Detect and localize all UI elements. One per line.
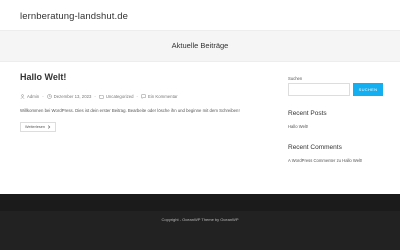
post-date: Dezember 13, 2023 <box>53 94 92 99</box>
folder-icon <box>99 95 104 99</box>
recent-comment-author-link[interactable]: A WordPress Commenter <box>288 158 335 163</box>
footer-copyright: Copyright - OceanWP Theme by OceanWP <box>161 217 239 222</box>
search-form: SUCHEN <box>288 83 383 96</box>
post-meta: Admin - Dezember 13, 2023 - Uncategorize… <box>20 94 178 99</box>
meta-separator: - <box>136 94 138 99</box>
post-category-link[interactable]: Uncategorized <box>106 94 134 99</box>
page-header: Aktuelle Beiträge <box>0 30 400 62</box>
recent-comment-item: A WordPress Commenter zu Hallo Welt! <box>288 158 362 163</box>
site-title-link[interactable]: lernberatung-landshut.de <box>20 11 128 22</box>
recent-post-item: Hallo Welt! <box>288 124 308 129</box>
recent-posts-title: Recent Posts <box>288 110 327 117</box>
site-footer: Copyright - OceanWP Theme by OceanWP <box>0 194 400 250</box>
site-header: lernberatung-landshut.de <box>0 0 400 30</box>
recent-comment-post-link[interactable]: Hallo Welt! <box>342 158 362 163</box>
meta-separator: - <box>42 94 44 99</box>
post-excerpt: Willkommen bei WordPress. Dies ist dein … <box>20 108 240 113</box>
search-label: Suchen <box>288 76 303 81</box>
user-icon <box>20 94 25 99</box>
footer-bottom-bar: Copyright - OceanWP Theme by OceanWP <box>0 211 400 250</box>
read-more-button[interactable]: Weiterlesen <box>20 122 56 132</box>
main-content: Hallo Welt! Admin - Dezember 13, 2023 - … <box>20 72 280 132</box>
meta-separator: - <box>94 94 96 99</box>
comment-icon <box>141 94 146 99</box>
page-title: Aktuelle Beiträge <box>171 41 229 50</box>
chevron-right-icon <box>47 125 51 129</box>
sidebar: Suchen SUCHEN Recent Posts Hallo Welt! R… <box>288 76 383 163</box>
clock-icon <box>46 94 52 99</box>
post-comments-link[interactable]: Ein Kommentar <box>148 94 178 99</box>
recent-comments-title: Recent Comments <box>288 144 342 151</box>
post-title-link[interactable]: Hallo Welt! <box>20 72 280 82</box>
read-more-label: Weiterlesen <box>25 125 45 129</box>
post-author-link[interactable]: Admin <box>27 94 39 99</box>
search-button[interactable]: SUCHEN <box>353 83 383 96</box>
recent-post-link[interactable]: Hallo Welt! <box>288 124 308 129</box>
search-input[interactable] <box>288 83 350 96</box>
